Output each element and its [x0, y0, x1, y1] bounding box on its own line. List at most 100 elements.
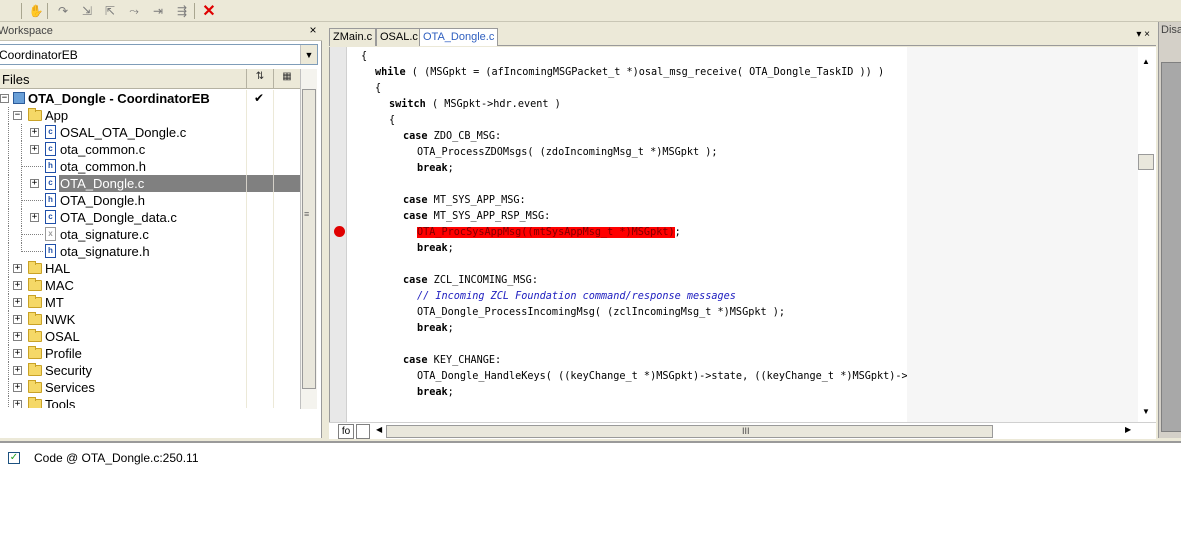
code-line[interactable]: {: [361, 49, 367, 65]
tree-file[interactable]: + c OTA_Dongle.c: [0, 175, 300, 192]
code-line[interactable]: switch ( MSGpkt->hdr.event ): [389, 97, 561, 113]
tree-folder[interactable]: + NWK: [0, 311, 300, 328]
tree-folder[interactable]: + MAC: [0, 277, 300, 294]
tree-folder[interactable]: + Security: [0, 362, 300, 379]
expand-icon[interactable]: +: [13, 349, 22, 358]
expand-icon[interactable]: +: [13, 281, 22, 290]
code-line[interactable]: {: [389, 113, 395, 129]
expand-icon[interactable]: +: [13, 383, 22, 392]
expand-icon[interactable]: +: [30, 128, 39, 137]
collapse-icon[interactable]: −: [13, 111, 22, 120]
scroll-grip-icon: III: [742, 426, 750, 436]
code-line[interactable]: case MT_SYS_APP_RSP_MSG:: [403, 209, 550, 225]
tree-folder[interactable]: + Profile: [0, 345, 300, 362]
code-line[interactable]: break;: [417, 385, 454, 401]
editor-horizontal-scrollbar[interactable]: fo ◀ III ▶: [329, 422, 1156, 439]
tab-osal-c[interactable]: OSAL.c: [376, 28, 422, 46]
tree-folder[interactable]: + Services: [0, 379, 300, 396]
code-line[interactable]: case ZDO_CB_MSG:: [403, 129, 501, 145]
step-out-icon[interactable]: ⇱: [100, 2, 120, 20]
tree-file[interactable]: + c ota_common.c: [0, 141, 300, 158]
next-statement-icon[interactable]: ⤳: [124, 2, 144, 20]
tree-folder[interactable]: + MT: [0, 294, 300, 311]
scroll-right-icon[interactable]: ▶: [1125, 425, 1131, 434]
code-editor[interactable]: {while ( (MSGpkt = (afIncomingMSGPacket_…: [329, 47, 1156, 422]
tab-controls[interactable]: ▾ ×: [1136, 29, 1150, 40]
tree-folder[interactable]: + OSAL: [0, 328, 300, 345]
expand-icon[interactable]: +: [13, 332, 22, 341]
expand-icon[interactable]: +: [13, 400, 22, 408]
stop-debug-icon[interactable]: ✕: [199, 2, 219, 20]
step-over-icon[interactable]: ↷: [53, 2, 73, 20]
expand-icon[interactable]: +: [13, 264, 22, 273]
tree-file[interactable]: + c OTA_Dongle_data.c: [0, 209, 300, 226]
expand-icon[interactable]: +: [30, 145, 39, 154]
scroll-left-icon[interactable]: ◀: [376, 425, 382, 434]
go-icon[interactable]: ⇶: [172, 2, 192, 20]
breakpoint-icon[interactable]: [334, 226, 345, 237]
code-line[interactable]: {: [375, 81, 381, 97]
tree-file[interactable]: h OTA_Dongle.h: [0, 192, 300, 209]
close-icon[interactable]: ×: [306, 23, 320, 37]
tree-project[interactable]: − OTA_Dongle - CoordinatorEB ✔: [0, 90, 300, 107]
code-line[interactable]: OTA_ProcSysAppMsg((mtSysAppMsg_t *)MSGpk…: [417, 225, 681, 241]
scrollbar-thumb[interactable]: III: [386, 425, 993, 438]
code-line[interactable]: while ( (MSGpkt = (afIncomingMSGPacket_t…: [375, 65, 884, 81]
code-line[interactable]: case MT_SYS_APP_MSG:: [403, 193, 526, 209]
expand-icon[interactable]: +: [13, 315, 22, 324]
code-line[interactable]: OTA_ProcessZDOMsgs( (zdoIncomingMsg_t *)…: [417, 145, 718, 161]
scrollbar-thumb[interactable]: [1138, 154, 1154, 170]
code-line[interactable]: break;: [417, 321, 454, 337]
h-file-icon: h: [45, 193, 56, 207]
disassembly-content[interactable]: [1161, 62, 1181, 432]
code-area[interactable]: {while ( (MSGpkt = (afIncomingMSGPacket_…: [347, 49, 951, 422]
tree-file[interactable]: h ota_common.h: [0, 158, 300, 175]
halt-icon[interactable]: ✋: [26, 2, 46, 20]
chevron-down-icon[interactable]: ▼: [300, 45, 317, 64]
configuration-select[interactable]: CoordinatorEB ▼: [0, 44, 318, 65]
tab-ota-dongle-c[interactable]: OTA_Dongle.c: [419, 28, 499, 46]
step-into-icon[interactable]: ⇲: [77, 2, 97, 20]
function-navigator-button[interactable]: fo: [338, 424, 354, 439]
code-line[interactable]: OTA_Dongle_ProcessIncomingMsg( (zclIncom…: [417, 305, 785, 321]
tree-file[interactable]: + c OSAL_OTA_Dongle.c: [0, 124, 300, 141]
files-label: Files: [2, 72, 30, 87]
tree-folder[interactable]: − App: [0, 107, 300, 124]
code-line[interactable]: case ZCL_INCOMING_MSG:: [403, 273, 538, 289]
folder-icon: [28, 346, 42, 359]
collapse-icon[interactable]: −: [0, 94, 9, 103]
tree-file[interactable]: x ota_signature.c: [0, 226, 300, 243]
code-line[interactable]: OTA_Dongle_HandleKeys( ((keyChange_t *)M…: [417, 369, 951, 385]
editor-vertical-scrollbar[interactable]: ▲ ▼: [1138, 47, 1156, 422]
code-text: {: [389, 115, 396, 126]
workspace-vertical-scrollbar[interactable]: ≡: [300, 69, 317, 409]
rebuild-status-icon[interactable]: ⇅: [250, 71, 270, 87]
expand-icon[interactable]: +: [30, 179, 39, 188]
scrollbar-thumb[interactable]: [302, 89, 316, 389]
tree-file[interactable]: h ota_signature.h: [0, 243, 300, 260]
split-button[interactable]: [356, 424, 370, 439]
tree-connector: [8, 226, 9, 243]
expand-icon[interactable]: +: [13, 298, 22, 307]
tab-zmain-c[interactable]: ZMain.c: [329, 28, 377, 46]
project-icon: [13, 92, 25, 104]
code-line[interactable]: break;: [417, 161, 454, 177]
expand-icon[interactable]: +: [30, 213, 39, 222]
options-icon[interactable]: ▦: [277, 71, 297, 87]
column-separator: [273, 90, 274, 107]
tree-connector: [21, 124, 22, 141]
tree-folder[interactable]: + HAL: [0, 260, 300, 277]
run-to-cursor-icon[interactable]: ⇥: [148, 2, 168, 20]
expand-icon[interactable]: +: [13, 366, 22, 375]
code-line[interactable]: break;: [417, 241, 454, 257]
breakpoint-row[interactable]: ✓ Code @ OTA_Dongle.c:250.11: [0, 449, 1181, 469]
code-line[interactable]: case KEY_CHANGE:: [403, 353, 501, 369]
scroll-up-icon[interactable]: ▲: [1142, 57, 1150, 66]
scroll-down-icon[interactable]: ▼: [1142, 407, 1150, 416]
breakpoint-checkbox[interactable]: ✓: [8, 452, 20, 464]
code-line[interactable]: // Incoming ZCL Foundation command/respo…: [417, 289, 736, 305]
column-separator: [246, 379, 247, 396]
tree-folder[interactable]: + Tools: [0, 396, 300, 408]
tree-item-label: OSAL: [45, 329, 80, 344]
breakpoint-gutter[interactable]: [330, 47, 347, 422]
